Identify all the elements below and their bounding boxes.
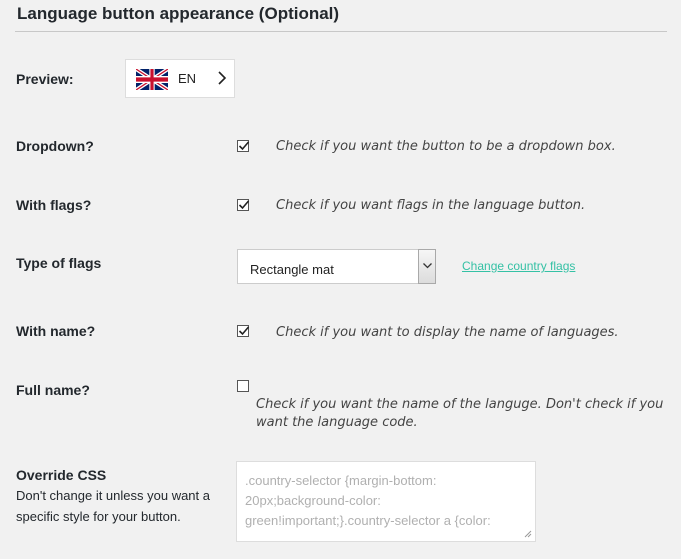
with-flags-help: Check if you want flags in the language … <box>276 198 586 213</box>
change-country-flags-link[interactable]: Change country flags <box>462 259 575 273</box>
checkmark-icon <box>238 326 250 336</box>
preview-label: Preview: <box>16 71 74 87</box>
with-name-help: Check if you want to display the name of… <box>276 325 619 340</box>
css-placeholder-line3: green!important;}.country-selector a {co… <box>245 513 491 528</box>
section-divider <box>15 31 667 32</box>
select-toggle-button[interactable] <box>418 249 436 284</box>
dropdown-checkbox[interactable] <box>237 140 250 152</box>
override-css-label: Override CSS <box>16 467 107 483</box>
full-name-checkbox[interactable] <box>237 380 249 392</box>
with-name-label: With name? <box>16 323 96 339</box>
chevron-down-icon <box>423 263 432 269</box>
dropdown-help: Check if you want the button to be a dro… <box>276 139 616 154</box>
full-name-label: Full name? <box>16 382 90 398</box>
full-name-help-line2: want the language code. <box>256 415 418 430</box>
css-placeholder-line2: 20px;background-color: <box>245 493 381 508</box>
with-name-checkbox[interactable] <box>237 325 250 337</box>
chevron-right-icon <box>218 71 227 85</box>
full-name-help-line1: Check if you want the name of the langug… <box>256 397 664 412</box>
css-placeholder-line1: .country-selector {margin-bottom: <box>245 473 437 488</box>
flag-type-select[interactable]: Rectangle mat <box>237 249 436 284</box>
section-title: Language button appearance (Optional) <box>17 4 340 23</box>
flag-type-selected: Rectangle mat <box>250 262 334 277</box>
type-of-flags-label: Type of flags <box>16 255 102 271</box>
preview-language-code: EN <box>178 71 197 86</box>
override-css-description-line2: specific style for your button. <box>16 509 181 524</box>
with-flags-checkbox[interactable] <box>237 199 250 211</box>
language-button-preview[interactable]: EN <box>125 59 235 98</box>
uk-flag-icon <box>136 69 168 90</box>
resize-grip-icon[interactable] <box>524 530 532 538</box>
checkmark-icon <box>238 200 250 210</box>
override-css-description-line1: Don't change it unless you want a <box>16 488 210 503</box>
checkmark-icon <box>238 141 250 151</box>
with-flags-label: With flags? <box>16 197 92 213</box>
dropdown-label: Dropdown? <box>16 138 94 154</box>
override-css-textarea[interactable]: .country-selector {margin-bottom: 20px;b… <box>236 461 536 542</box>
